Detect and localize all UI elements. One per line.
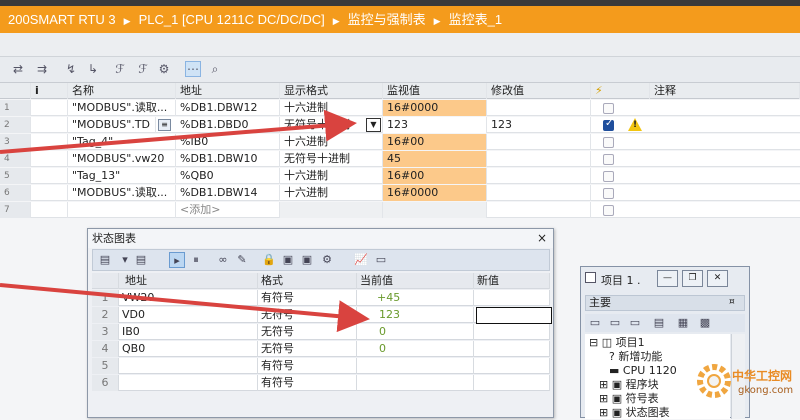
watermark: 中华工控网 gkong.com (694, 355, 800, 405)
watermark-url: gkong.com (738, 385, 794, 396)
arrow-to-monitor-value (0, 109, 357, 154)
watermark-gear-logo (697, 364, 731, 398)
arrow-to-current-value (0, 283, 370, 333)
annotation-arrows (0, 109, 370, 333)
watermark-title: 中华工控网 (732, 369, 793, 383)
